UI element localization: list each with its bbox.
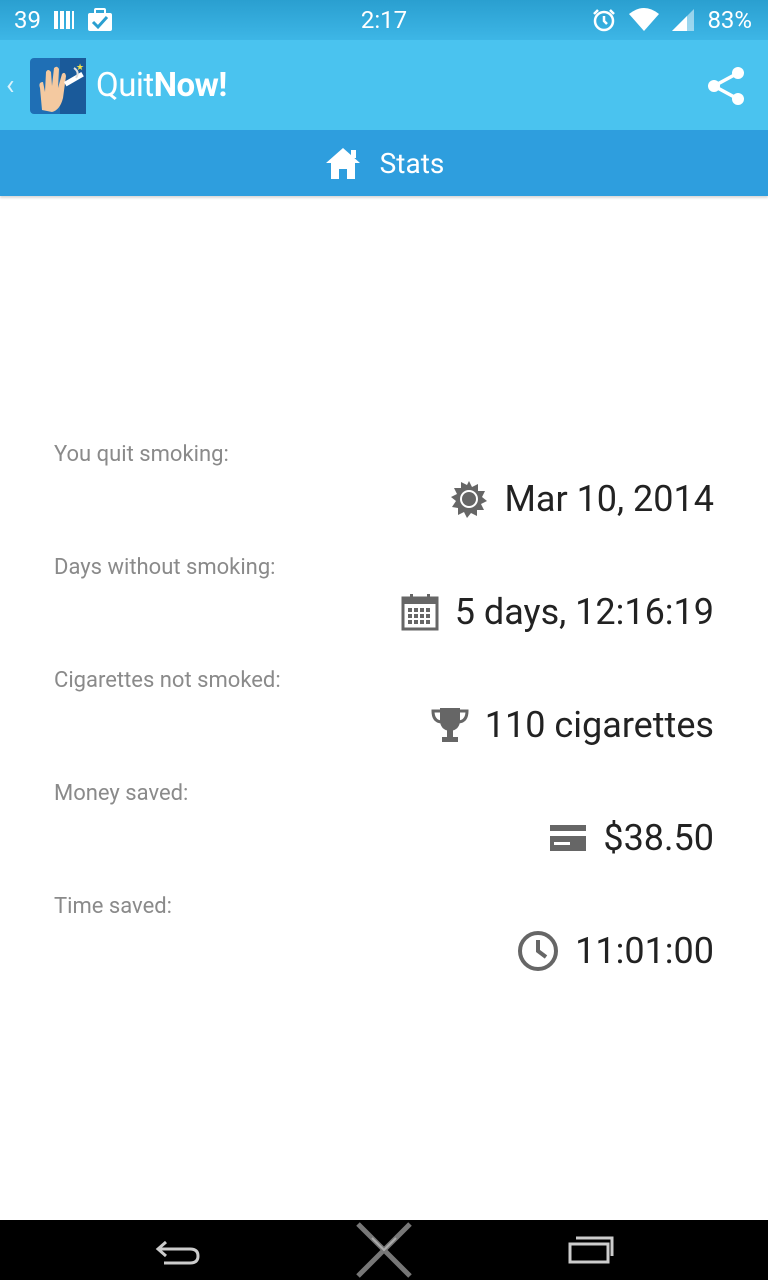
app-logo[interactable]: ★	[30, 58, 86, 114]
action-bar: ‹ ★ QuitNow!	[0, 40, 768, 130]
clock-icon	[518, 931, 559, 971]
quit-date-text: Mar 10, 2014	[504, 478, 714, 520]
battery-percent: 83%	[707, 6, 752, 34]
money-saved-label: Money saved:	[54, 781, 189, 806]
cigarettes-text: 110 cigarettes	[484, 704, 714, 746]
tab-stats[interactable]: Stats	[0, 130, 768, 196]
status-bar: 39 2:17 83%	[0, 0, 768, 40]
alarm-icon	[593, 9, 616, 32]
cigarettes-label: Cigarettes not smoked:	[54, 668, 281, 693]
days-without-label: Days without smoking:	[54, 555, 276, 580]
app-title-light: Quit	[96, 66, 154, 105]
cigarettes-value: 110 cigarettes	[431, 704, 714, 746]
back-icon[interactable]	[150, 1228, 206, 1272]
system-nav-bar	[0, 1220, 768, 1280]
days-without-value: 5 days, 12:16:19	[401, 591, 714, 633]
sun-icon	[451, 481, 488, 518]
home-nav-icon[interactable]	[354, 1220, 414, 1280]
money-saved-value: $38.50	[549, 817, 714, 859]
app-title-bold: Now!	[153, 66, 228, 105]
back-chevron-icon[interactable]: ‹	[6, 68, 14, 101]
home-icon	[325, 148, 360, 179]
signal-icon	[672, 9, 695, 31]
wifi-icon	[629, 8, 660, 31]
tab-stats-label: Stats	[379, 146, 445, 180]
time-saved-text: 11:01:00	[575, 930, 714, 972]
app-title: QuitNow!	[96, 66, 227, 105]
quit-date-value: Mar 10, 2014	[450, 478, 714, 520]
quit-date-label: You quit smoking:	[54, 442, 229, 467]
share-icon[interactable]	[704, 64, 748, 108]
credit-card-icon	[550, 825, 587, 851]
calendar-icon	[401, 594, 439, 631]
time-saved-label: Time saved:	[54, 894, 172, 919]
days-without-text: 5 days, 12:16:19	[454, 591, 714, 633]
time-saved-value: 11:01:00	[517, 930, 714, 972]
tab-bar: Stats	[0, 130, 768, 196]
recents-icon[interactable]	[564, 1228, 616, 1272]
money-saved-text: $38.50	[603, 817, 714, 859]
trophy-icon	[431, 708, 469, 742]
svg-text:★: ★	[76, 63, 84, 73]
